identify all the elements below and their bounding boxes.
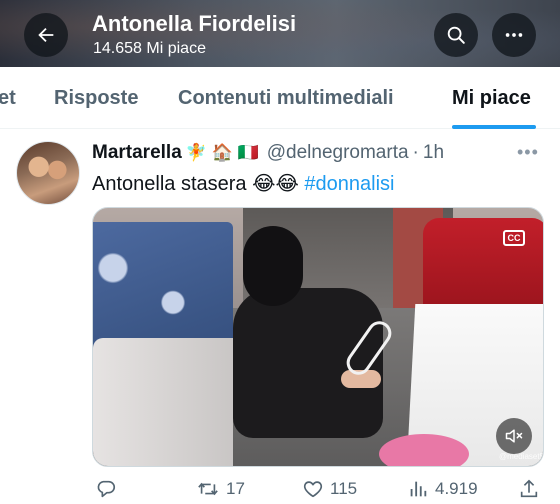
tweet-text: Antonella stasera 😂😂 #donnalisi bbox=[92, 171, 394, 196]
like-button[interactable]: 115 bbox=[302, 478, 357, 500]
share-button[interactable] bbox=[518, 478, 546, 500]
share-icon bbox=[520, 479, 538, 498]
sound-toggle-button[interactable] bbox=[496, 418, 532, 454]
tweet-header: Martarella 🧚 🏠 🇮🇹 @delnegromarta · 1h bbox=[92, 142, 444, 164]
retweet-button[interactable]: 17 bbox=[196, 478, 245, 500]
likes-count: 14.658 Mi piace bbox=[93, 40, 206, 57]
search-button[interactable] bbox=[434, 13, 478, 57]
back-button[interactable] bbox=[24, 13, 68, 57]
like-count: 115 bbox=[330, 479, 358, 498]
more-button[interactable] bbox=[492, 13, 536, 57]
active-tab-indicator bbox=[452, 125, 536, 129]
arrow-left-icon bbox=[38, 27, 54, 43]
views-chart-icon bbox=[410, 481, 427, 497]
profile-header: Antonella Fiordelisi 14.658 Mi piace bbox=[0, 0, 560, 67]
reply-button[interactable] bbox=[95, 478, 123, 500]
video-scene-person-head bbox=[243, 226, 303, 306]
hashtag-link[interactable]: #donnalisi bbox=[304, 173, 394, 195]
heart-icon bbox=[303, 481, 323, 498]
tab-media[interactable]: Contenuti multimediali bbox=[178, 87, 394, 110]
tab-replies[interactable]: Risposte bbox=[54, 87, 138, 110]
views-count: 4.919 bbox=[435, 479, 478, 498]
separator-dot: · bbox=[412, 142, 419, 163]
more-horizontal-icon bbox=[505, 33, 523, 37]
avatar[interactable] bbox=[16, 141, 80, 205]
captions-button[interactable]: CC bbox=[503, 230, 525, 246]
reply-icon bbox=[97, 480, 115, 498]
author-name[interactable]: Martarella bbox=[92, 142, 182, 164]
video-scene-pink-object bbox=[379, 434, 469, 466]
video-scene-bed-base bbox=[93, 338, 233, 466]
tab-posts[interactable]: et bbox=[0, 87, 16, 110]
tweet-text-main: Antonella stasera 😂😂 bbox=[92, 173, 299, 195]
profile-name: Antonella Fiordelisi bbox=[92, 11, 297, 36]
views-button[interactable]: 4.919 bbox=[407, 478, 478, 500]
search-icon bbox=[447, 26, 465, 44]
retweet-count: 17 bbox=[226, 479, 245, 498]
tweet-time[interactable]: 1h bbox=[423, 142, 444, 164]
tweet-more-button[interactable]: ••• bbox=[517, 142, 539, 163]
author-handle[interactable]: @delnegromarta bbox=[267, 142, 409, 164]
tab-likes[interactable]: Mi piace bbox=[452, 87, 531, 110]
retweet-icon bbox=[198, 482, 218, 496]
tweet-actions: 17 115 4.919 bbox=[0, 474, 560, 504]
author-emojis: 🧚 🏠 🇮🇹 bbox=[185, 143, 259, 162]
video-watermark: @mediaset5.tre TikTok bbox=[499, 452, 544, 461]
speaker-muted-icon bbox=[505, 429, 523, 443]
profile-tabs: et Risposte Contenuti multimediali Mi pi… bbox=[0, 67, 560, 129]
tweet-video[interactable]: CC @mediaset5.tre TikTok bbox=[92, 207, 544, 467]
